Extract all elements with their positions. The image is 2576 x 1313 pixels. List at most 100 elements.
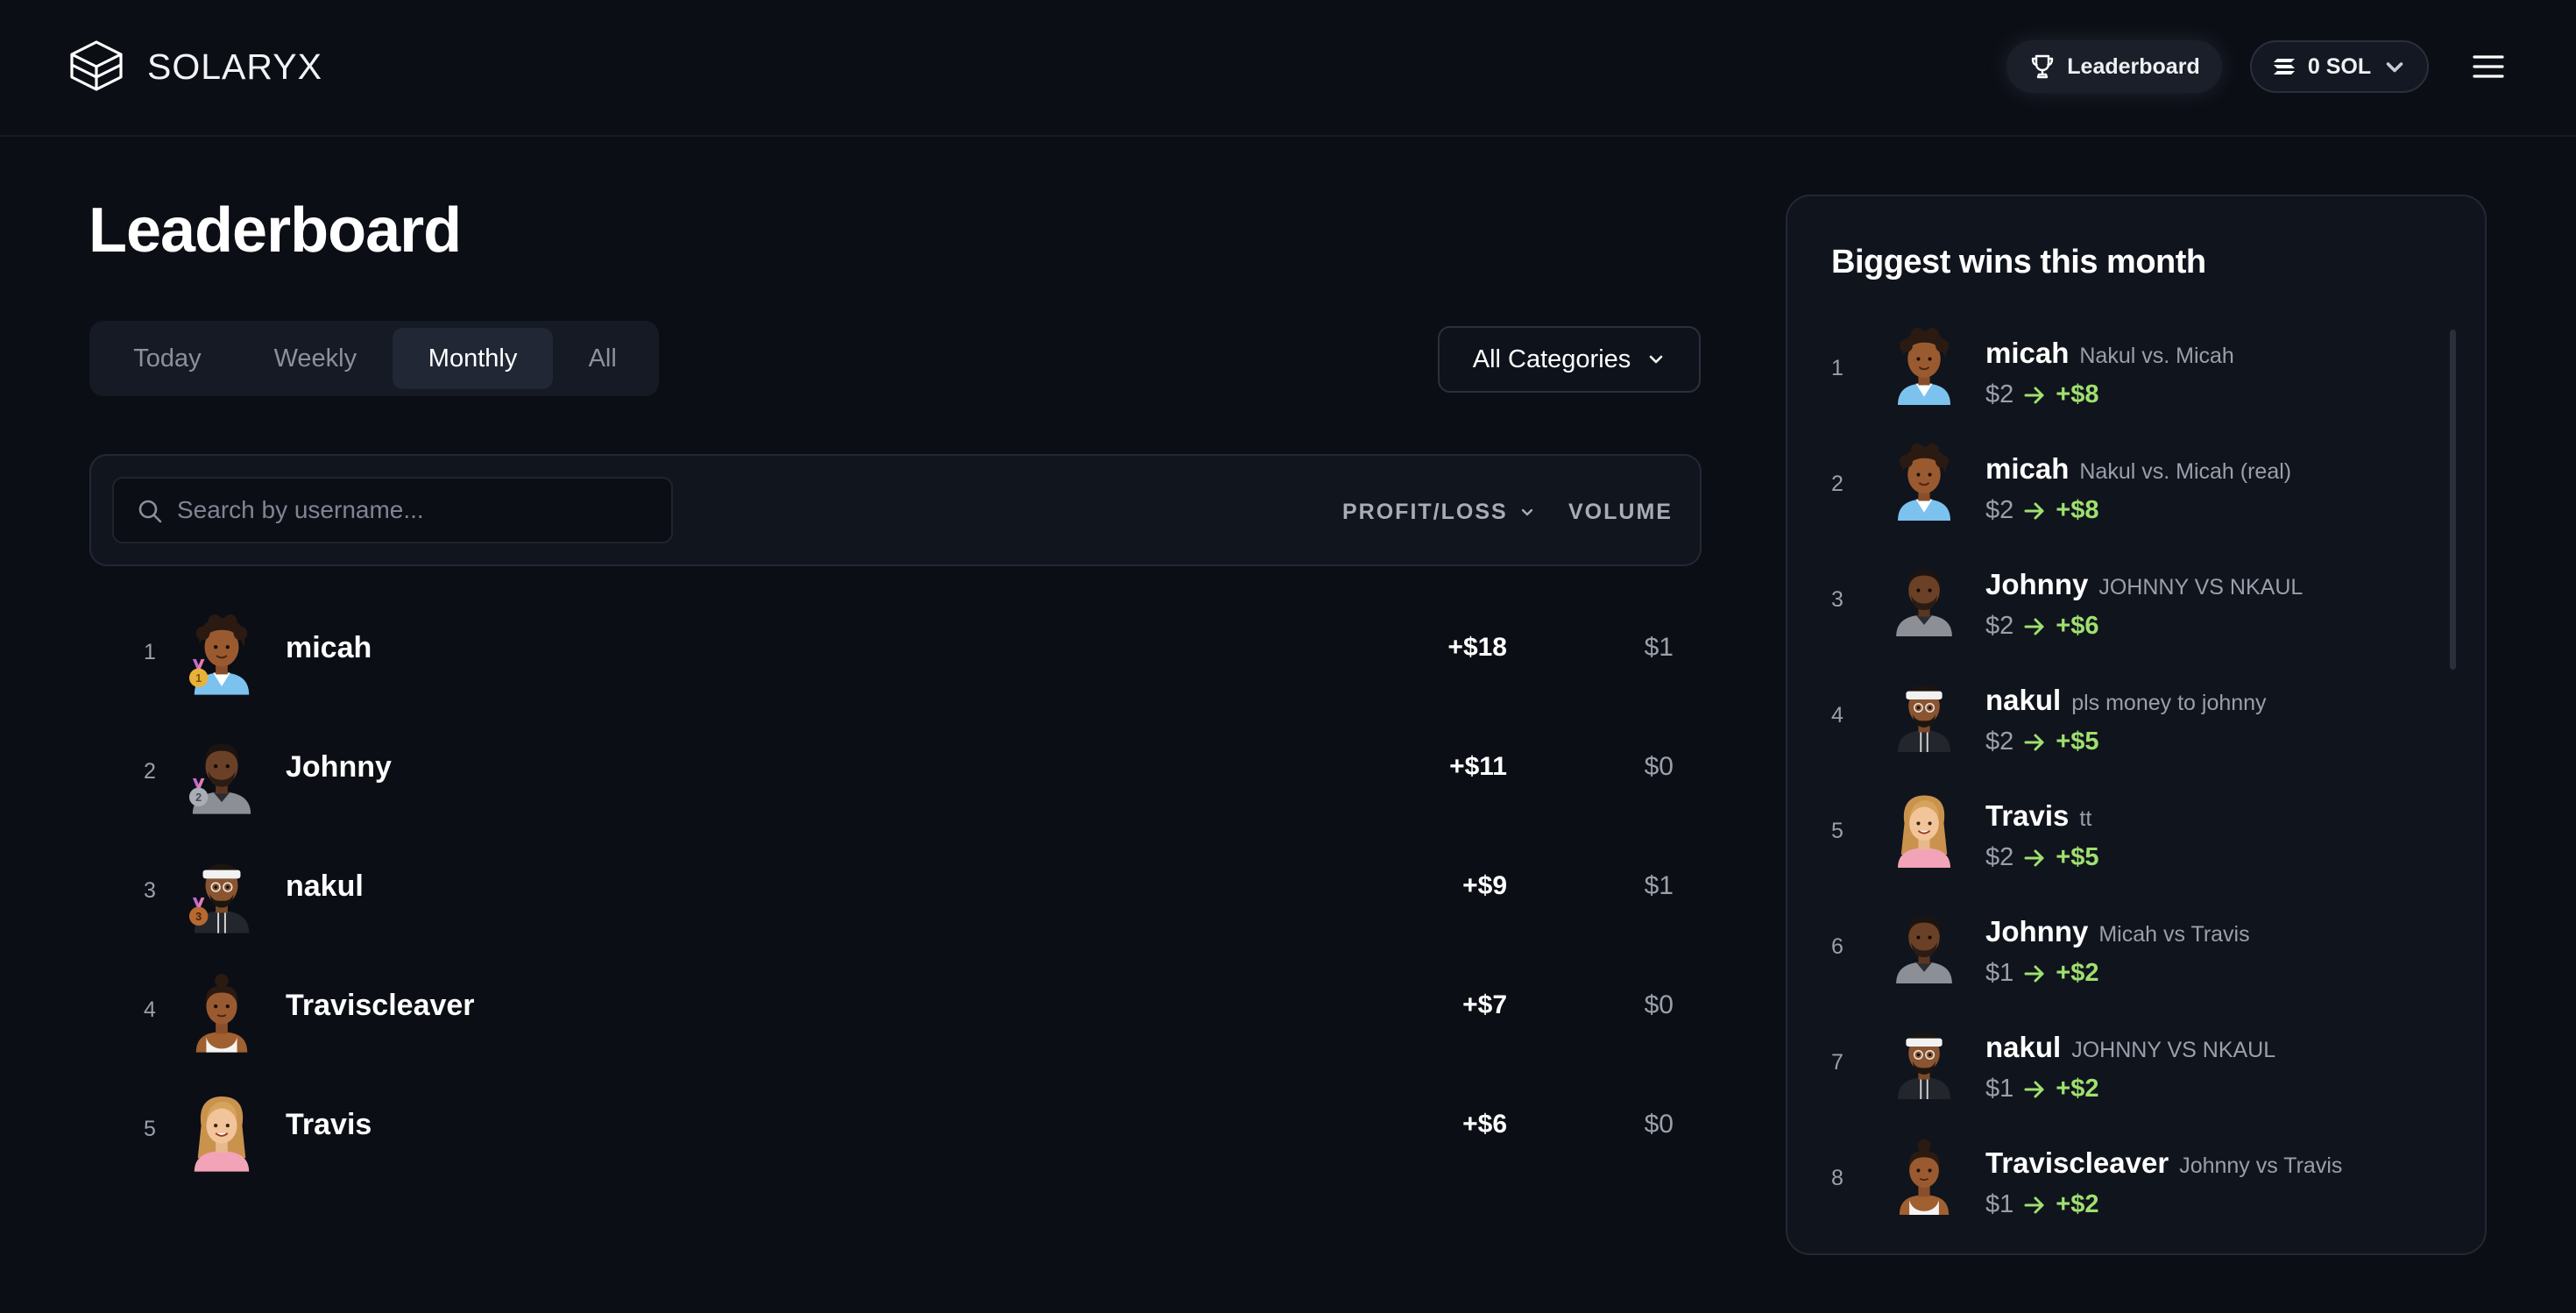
chevron-down-icon — [1649, 355, 1663, 364]
win-game-title: Nakul vs. Micah — [2079, 344, 2234, 368]
win-gain: +$5 — [2056, 727, 2099, 756]
arrow-right-icon — [2024, 387, 2044, 403]
table-row[interactable]: 5 Travis +$6 $0 — [89, 1073, 1702, 1192]
arrow-right-icon — [2024, 618, 2044, 635]
win-amounts: $1 +$2 — [1985, 1075, 2098, 1104]
hamburger-menu-icon[interactable] — [2471, 51, 2506, 82]
win-rank: 8 — [1831, 1166, 1844, 1190]
row-volume: $1 — [1644, 633, 1674, 662]
top-nav: SOLARYX Leaderboard 0 SOL — [0, 0, 2576, 137]
leaderboard-button-label: Leaderboard — [2067, 53, 2200, 79]
biggest-wins-title: Biggest wins this month — [1831, 244, 2206, 280]
win-amounts: $2 +$8 — [1985, 496, 2098, 525]
column-header-profit: PROFIT/LOSS — [1342, 499, 1508, 524]
chevron-down-icon — [2386, 62, 2403, 73]
list-item[interactable]: 3 Johnny JOHNNY VS NKAUL $2 +$6 — [1787, 550, 2485, 666]
balance-dropdown[interactable]: 0 SOL — [2250, 40, 2429, 93]
row-volume: $0 — [1644, 990, 1674, 1019]
list-item[interactable]: 7 nakul JOHNNY VS NKAUL $1 +$2 — [1787, 1013, 2485, 1129]
column-header-volume[interactable]: VOLUME — [1568, 494, 1673, 529]
win-amounts: $2 +$5 — [1985, 843, 2098, 872]
win-game-title: tt — [2079, 806, 2092, 831]
row-username: nakul — [286, 869, 364, 903]
win-game-title: Nakul vs. Micah (real) — [2079, 459, 2292, 484]
win-username: micah Nakul vs. Micah — [1985, 337, 2234, 369]
search-icon — [138, 500, 162, 523]
arrow-right-icon — [2024, 849, 2044, 866]
silver-medal-icon — [188, 777, 209, 807]
win-username: nakul JOHNNY VS NKAUL — [1985, 1031, 2276, 1063]
win-game-title: JOHNNY VS NKAUL — [2071, 1038, 2276, 1062]
category-select[interactable]: All Categories — [1438, 326, 1701, 393]
table-row[interactable]: 4 Traviscleaver +$7 $0 — [89, 954, 1702, 1073]
win-bet: $2 — [1985, 380, 2014, 408]
list-item[interactable]: 1 micah Nakul vs. Micah $2 +$8 — [1787, 319, 2485, 435]
avatar — [1891, 789, 1957, 868]
win-game-title: pls money to johnny — [2071, 691, 2267, 715]
row-profit: +$11 — [1449, 752, 1507, 781]
win-gain: +$2 — [2056, 1190, 2099, 1218]
list-item[interactable]: 4 nakul pls money to johnny $2 +$5 — [1787, 666, 2485, 782]
list-item[interactable]: 5 Travis tt $2 +$5 — [1787, 782, 2485, 898]
search-input[interactable] — [177, 487, 650, 533]
logo[interactable]: SOLARYX — [67, 37, 322, 96]
win-username: Johnny Micah vs Travis — [1985, 915, 2250, 947]
win-username: micah Nakul vs. Micah (real) — [1985, 452, 2292, 485]
row-username: micah — [286, 631, 372, 664]
table-row[interactable]: 2 Johnny +$11 $0 — [89, 715, 1702, 834]
filter-bar: PROFIT/LOSS VOLUME — [89, 454, 1702, 566]
avatar — [1891, 1136, 1957, 1215]
win-username: Traviscleaver Johnny vs Travis — [1985, 1146, 2343, 1179]
avatar — [188, 1089, 256, 1173]
leaderboard-button[interactable]: Leaderboard — [2006, 40, 2222, 93]
list-item[interactable]: 6 Johnny Micah vs Travis $1 +$2 — [1787, 898, 2485, 1013]
tab-all[interactable]: All — [553, 328, 652, 389]
wins-list: 1 micah Nakul vs. Micah $2 +$8 2 micah Nak… — [1787, 319, 2485, 1245]
win-username: nakul pls money to johnny — [1985, 684, 2267, 716]
arrow-right-icon — [2024, 502, 2044, 519]
avatar — [188, 969, 256, 1054]
win-rank: 3 — [1831, 587, 1844, 612]
avatar — [188, 731, 256, 815]
row-username: Traviscleaver — [286, 989, 475, 1022]
row-profit: +$9 — [1462, 871, 1507, 900]
sort-profit-loss[interactable]: PROFIT/LOSS — [1342, 494, 1536, 529]
category-select-label: All Categories — [1472, 344, 1631, 373]
win-rank: 7 — [1831, 1050, 1844, 1075]
bronze-medal-icon — [188, 897, 209, 926]
win-amounts: $2 +$5 — [1985, 727, 2098, 756]
row-rank: 5 — [144, 1117, 156, 1141]
win-bet: $1 — [1985, 959, 2014, 987]
row-volume: $0 — [1644, 1110, 1674, 1139]
win-amounts: $1 +$2 — [1985, 1190, 2098, 1219]
avatar — [1891, 673, 1957, 752]
row-profit: +$6 — [1462, 1110, 1507, 1139]
win-bet: $2 — [1985, 843, 2014, 871]
avatar — [188, 612, 256, 696]
win-rank: 2 — [1831, 472, 1844, 496]
win-rank: 1 — [1831, 356, 1844, 380]
table-row[interactable]: 3 nakul +$9 $1 — [89, 834, 1702, 954]
search-box[interactable] — [112, 477, 673, 543]
win-rank: 4 — [1831, 703, 1844, 727]
row-profit: +$18 — [1447, 633, 1507, 662]
biggest-wins-panel: Biggest wins this month 1 micah Nakul vs.… — [1786, 195, 2487, 1255]
tab-monthly[interactable]: Monthly — [392, 328, 554, 389]
app: SOLARYX Leaderboard 0 SOL Leaderboard To… — [0, 0, 2576, 1313]
win-rank: 6 — [1831, 934, 1844, 959]
logo-text: SOLARYX — [147, 46, 322, 87]
chevron-down-icon — [1521, 508, 1532, 516]
win-bet: $1 — [1985, 1190, 2014, 1218]
avatar — [1891, 1020, 1957, 1099]
list-item[interactable]: 8 Traviscleaver Johnny vs Travis $1 +$2 — [1787, 1129, 2485, 1245]
arrow-right-icon — [2024, 1081, 2044, 1097]
win-amounts: $1 +$2 — [1985, 959, 2098, 988]
tab-today[interactable]: Today — [96, 328, 238, 389]
table-row[interactable]: 1 micah +$18 $1 — [89, 596, 1702, 715]
leaderboard-table: 1 micah +$18 $1 2 Johnny +$11 $0 3 nakul… — [89, 596, 1702, 1192]
row-rank: 3 — [144, 878, 156, 903]
tab-weekly[interactable]: Weekly — [238, 328, 393, 389]
avatar — [1891, 442, 1957, 521]
win-game-title: Johnny vs Travis — [2179, 1153, 2343, 1178]
list-item[interactable]: 2 micah Nakul vs. Micah (real) $2 +$8 — [1787, 435, 2485, 550]
